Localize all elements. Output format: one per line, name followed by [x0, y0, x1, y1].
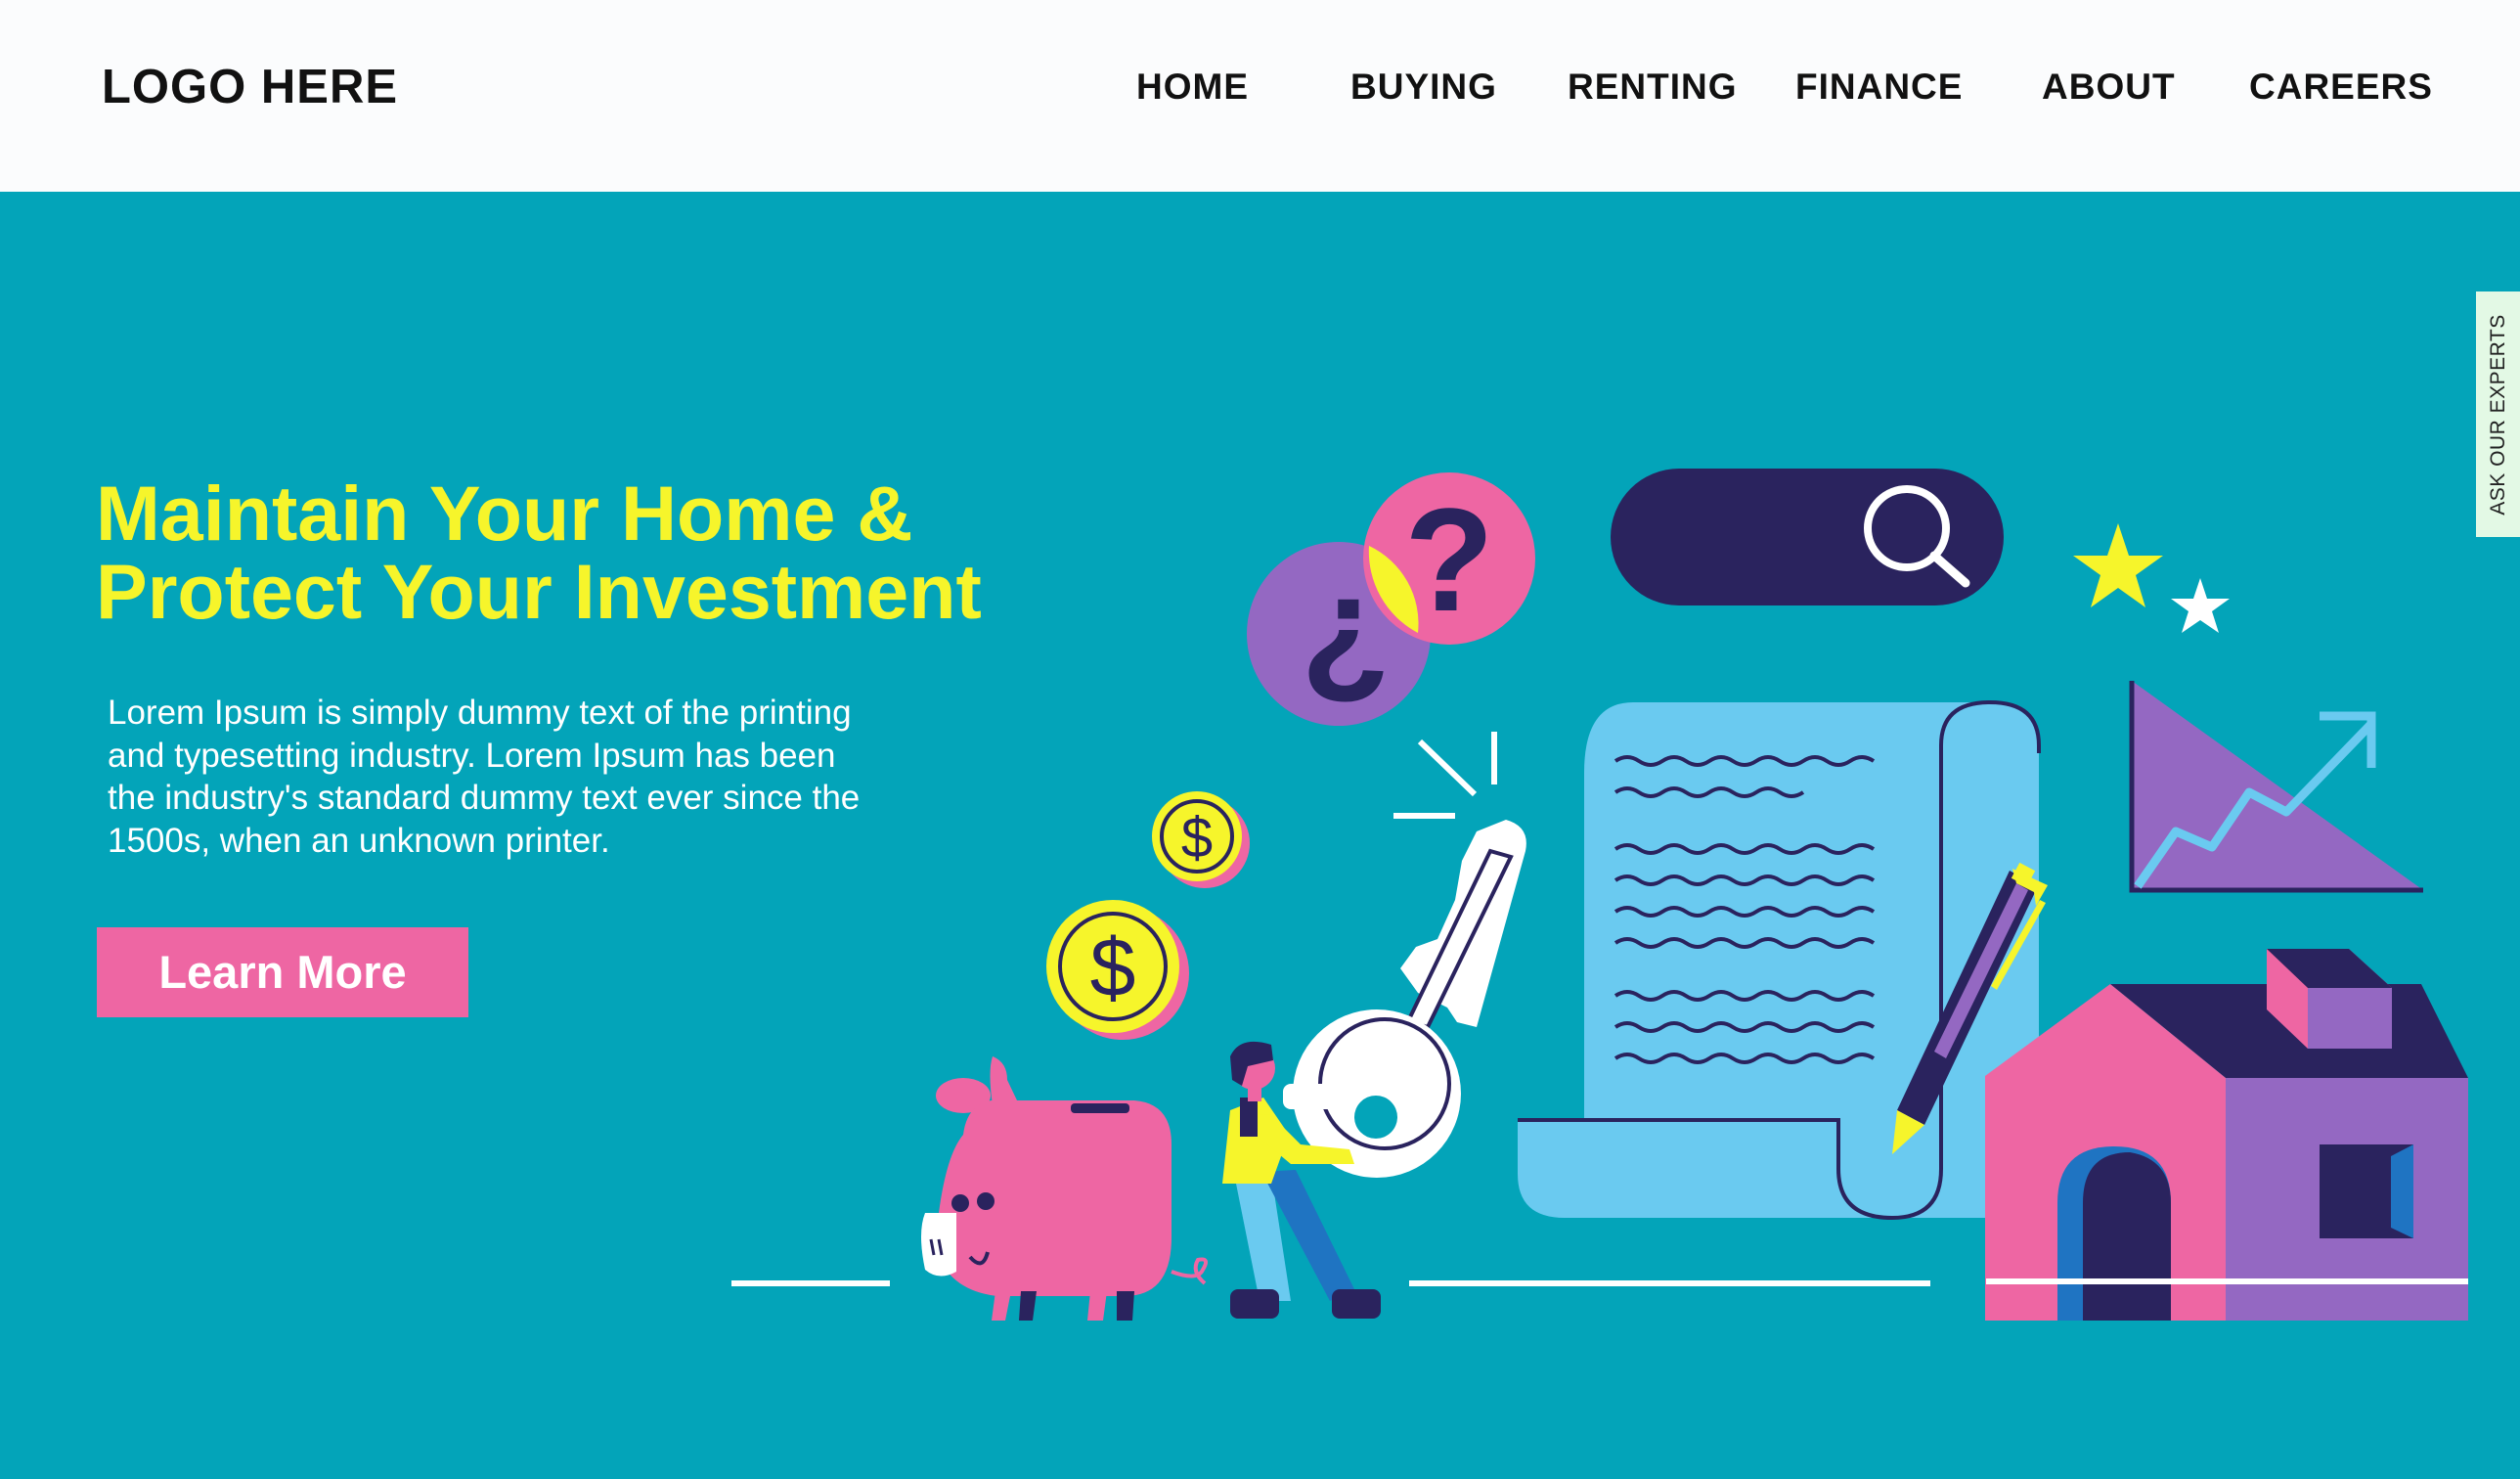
coin-dollar-symbol: $ — [1090, 921, 1136, 1013]
question-bubbles-icon: ¿ ? — [1247, 472, 1535, 726]
key-icon — [1293, 732, 1526, 1178]
piggy-bank-icon — [921, 1056, 1209, 1321]
inverted-question-mark: ¿ — [1301, 544, 1391, 708]
house-icon — [1985, 949, 2468, 1321]
question-mark: ? — [1404, 477, 1494, 642]
coin-icon: $ — [1152, 791, 1250, 888]
coin-icon: $ — [1046, 900, 1189, 1040]
search-bar-graphic — [1611, 469, 2004, 605]
document-scroll-icon — [1518, 699, 2041, 1221]
stars-icon — [2073, 523, 2230, 633]
hero-illustration: ¿ ? $ $ — [731, 469, 2468, 1321]
coin-dollar-symbol: $ — [1181, 806, 1213, 870]
trend-chart-icon — [2129, 681, 2423, 893]
